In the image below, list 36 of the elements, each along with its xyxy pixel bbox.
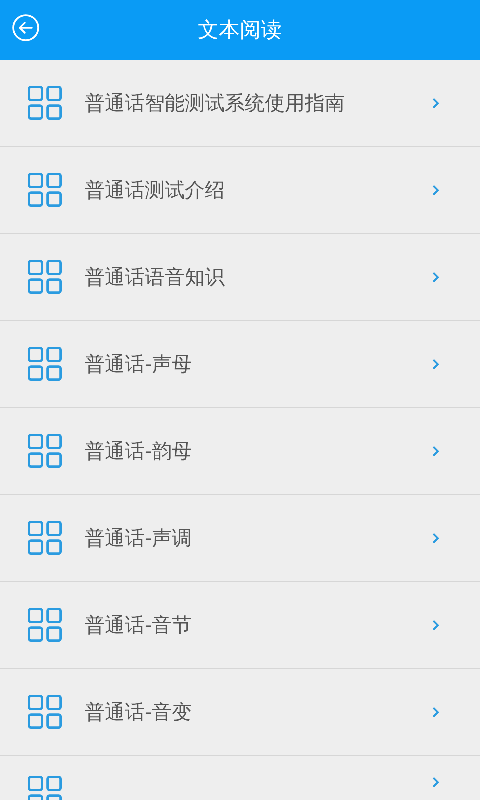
chevron-icon bbox=[432, 618, 440, 632]
item-label: 普通话-音节 bbox=[85, 612, 194, 638]
chevron-icon bbox=[432, 532, 440, 544]
list-item[interactable]: 普通话-音节 bbox=[0, 582, 480, 669]
list-item[interactable]: 普通话-声调 bbox=[0, 495, 480, 582]
list-item[interactable]: 普通话-声母 bbox=[0, 321, 480, 408]
chevron-icon bbox=[432, 358, 440, 370]
item-label: 普通话智能测试系统使用指南 bbox=[85, 90, 346, 116]
grid-icon bbox=[28, 434, 62, 468]
item-label: 普通话-声母 bbox=[85, 350, 194, 378]
grid-icon bbox=[28, 173, 62, 207]
chevron-icon bbox=[432, 776, 440, 789]
grid-icon bbox=[28, 776, 62, 800]
chevron-icon bbox=[432, 444, 440, 458]
item-label: 普通话-声调 bbox=[85, 524, 194, 552]
item-label: 普通话-韵母 bbox=[85, 438, 194, 464]
grid-icon bbox=[28, 260, 62, 294]
chevron-icon bbox=[432, 96, 440, 110]
item-label: 普通话语音知识 bbox=[85, 264, 226, 290]
item-label: 普通话-音变 bbox=[85, 698, 194, 726]
chevron-icon bbox=[432, 184, 440, 196]
grid-icon bbox=[28, 347, 62, 381]
list-item[interactable]: 普通话测试介绍 bbox=[0, 147, 480, 234]
list-item[interactable]: 普通话-韵母 bbox=[0, 408, 480, 495]
chevron-icon bbox=[432, 706, 440, 718]
grid-icon bbox=[28, 695, 62, 729]
list-item[interactable]: 普通话智能测试系统使用指南 bbox=[0, 60, 480, 147]
list-item[interactable]: 普通话-音变 bbox=[0, 669, 480, 756]
list-item[interactable]: 普通话语音知识 bbox=[0, 234, 480, 321]
grid-icon bbox=[28, 86, 62, 120]
page-title: 文本阅读 bbox=[198, 17, 282, 44]
grid-icon bbox=[28, 521, 62, 555]
back-icon[interactable] bbox=[12, 14, 40, 42]
chevron-icon bbox=[432, 270, 440, 284]
grid-icon bbox=[28, 608, 62, 642]
item-label: 普通话测试介绍 bbox=[85, 176, 226, 204]
